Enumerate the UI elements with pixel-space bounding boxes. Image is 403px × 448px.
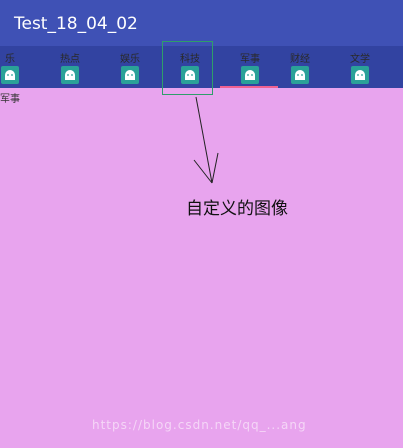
annotation-text: 自定义的图像 bbox=[186, 199, 288, 219]
watermark: https://blog.csdn.net/qq_...ang bbox=[92, 418, 307, 432]
annotation-arrow bbox=[193, 96, 219, 184]
